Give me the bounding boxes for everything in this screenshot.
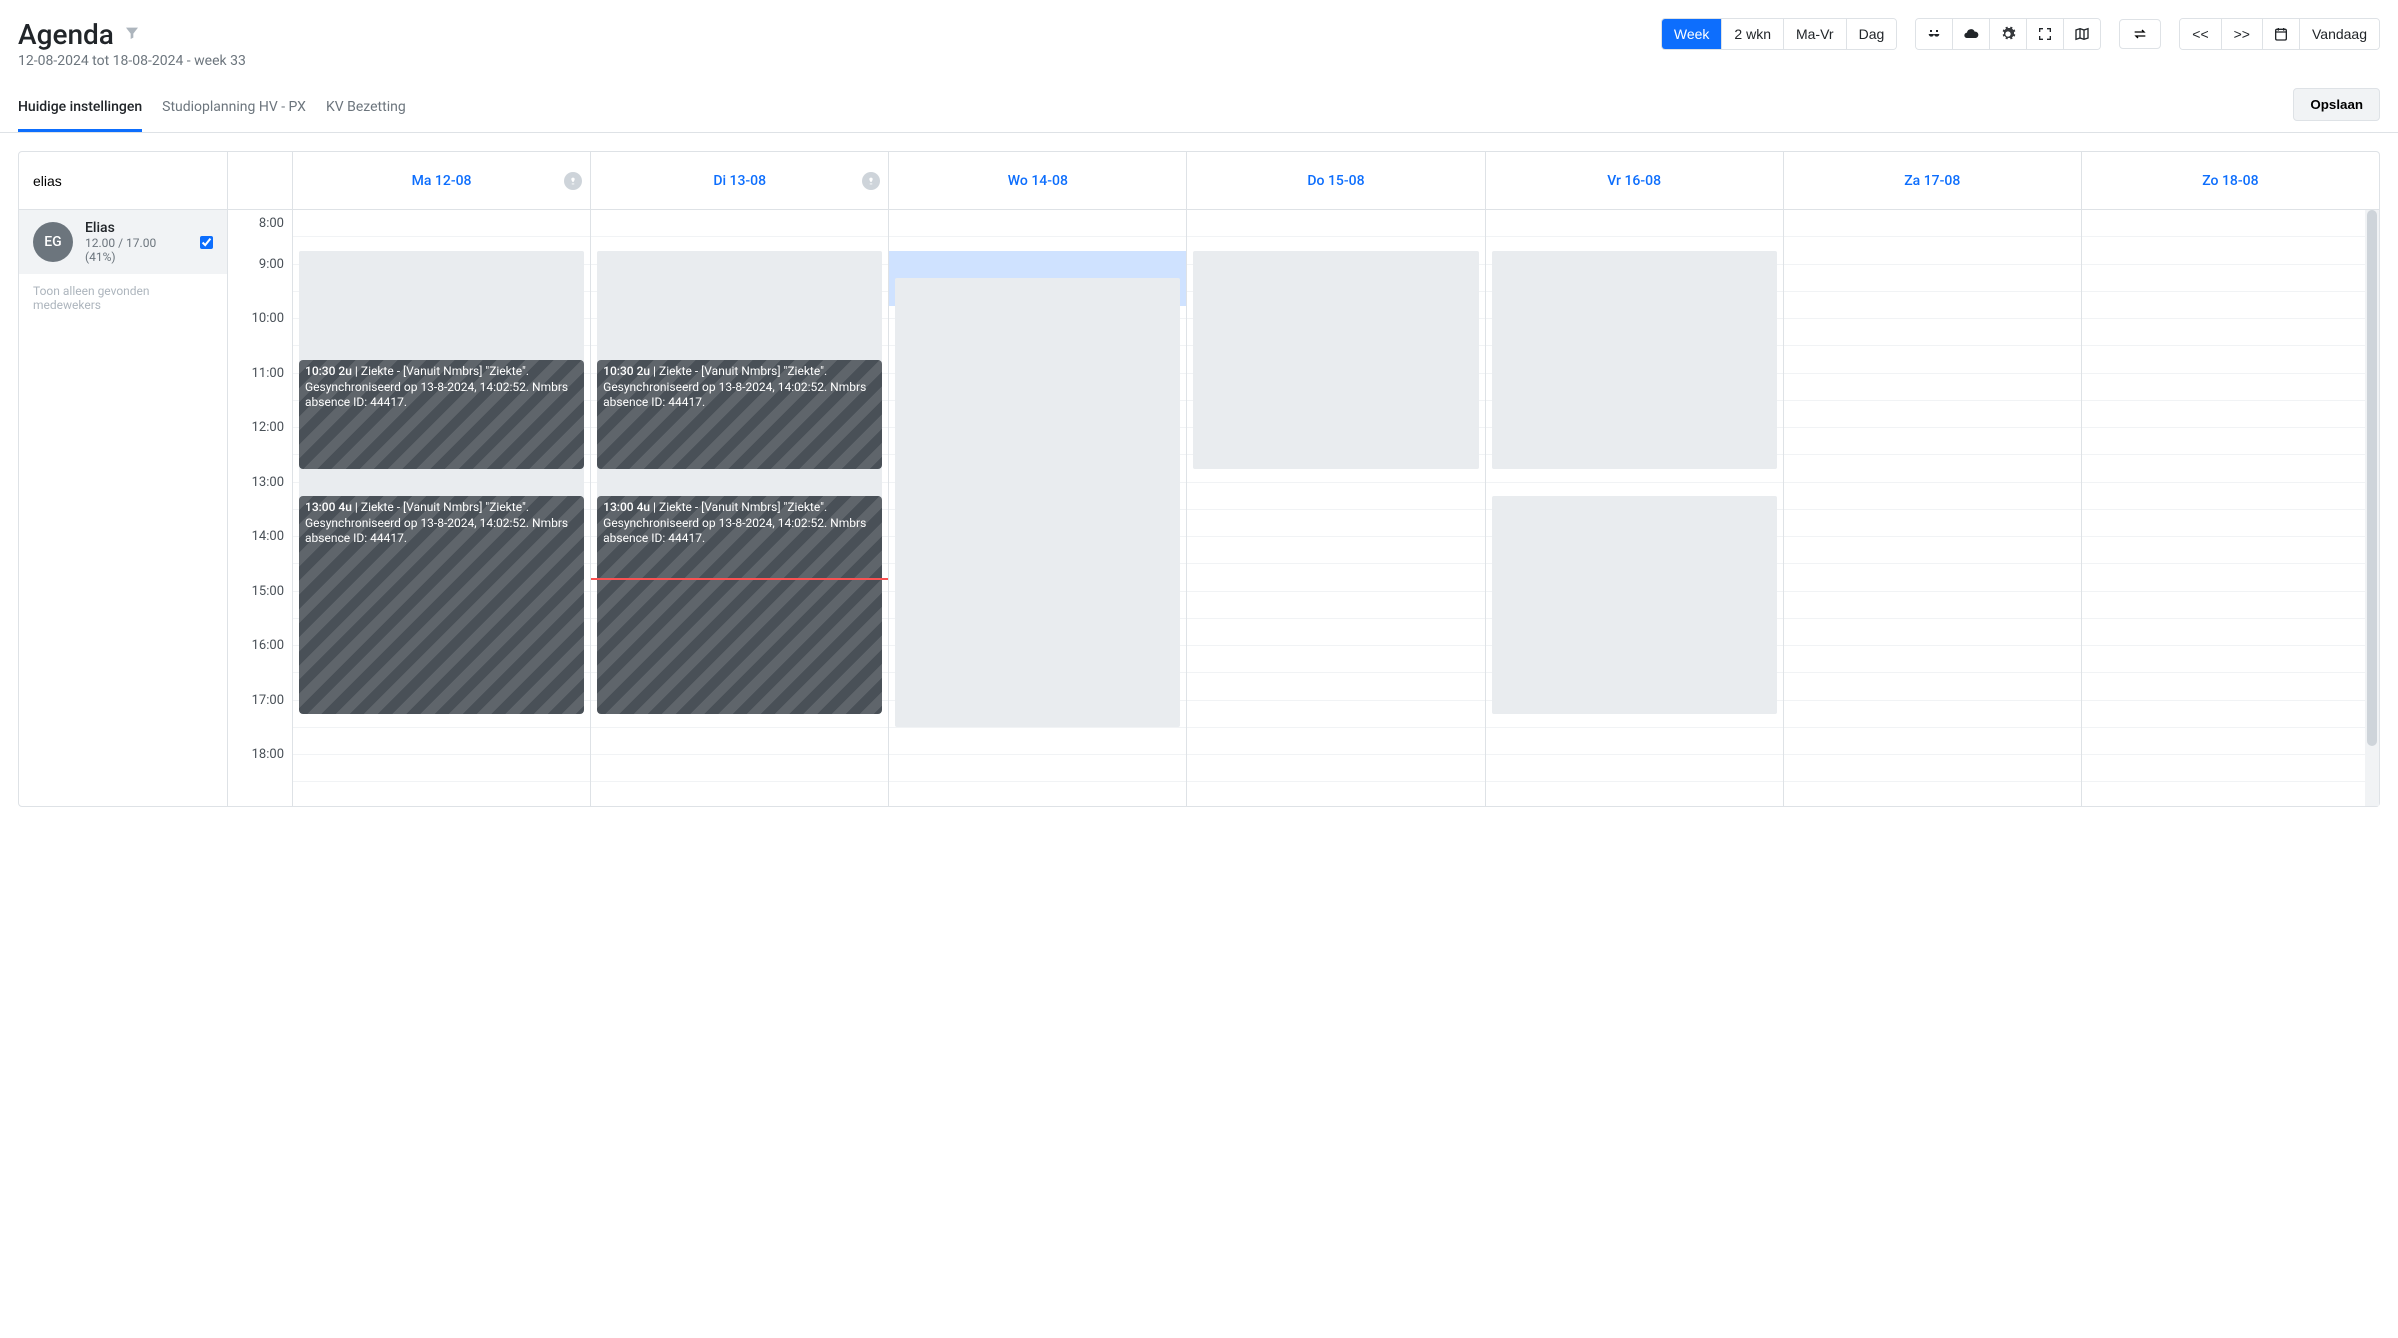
gear-icon[interactable]: [1990, 19, 2027, 49]
employee-hours: 12.00 / 17.00: [85, 236, 188, 250]
view-week-button[interactable]: Week: [1662, 19, 1723, 49]
event-time: 13:00 4u |: [603, 500, 656, 514]
cloud-icon[interactable]: [1953, 19, 1990, 49]
tab-current-settings[interactable]: Huidige instellingen: [18, 85, 142, 132]
toolbar-icons-group: [1915, 18, 2101, 50]
time-label: 14:00: [228, 529, 292, 584]
event-time: 10:30 2u |: [603, 364, 656, 378]
day-header-tue[interactable]: Di 13-08: [590, 152, 888, 209]
event-time: 13:00 4u |: [305, 500, 358, 514]
day-column-tue[interactable]: 10:30 2u | Ziekte - [Vanuit Nmbrs] "Ziek…: [590, 210, 888, 806]
event-time: 10:30 2u |: [305, 364, 358, 378]
view-2weeks-button[interactable]: 2 wkn: [1722, 19, 1784, 49]
absence-badge-icon: [564, 172, 582, 190]
tab-studioplanning[interactable]: Studioplanning HV - PX: [162, 85, 306, 132]
view-mode-group: Week 2 wkn Ma-Vr Dag: [1661, 18, 1897, 50]
event-block[interactable]: 10:30 2u | Ziekte - [Vanuit Nmbrs] "Ziek…: [299, 360, 584, 469]
day-header-mon[interactable]: Ma 12-08: [292, 152, 590, 209]
time-label: 10:00: [228, 311, 292, 366]
day-label: Za 17-08: [1904, 173, 1960, 189]
day-label: Do 15-08: [1307, 173, 1364, 189]
day-label: Vr 16-08: [1607, 173, 1661, 189]
event-block[interactable]: 10:30 2u | Ziekte - [Vanuit Nmbrs] "Ziek…: [597, 360, 882, 469]
time-label: 17:00: [228, 693, 292, 748]
time-label: 9:00: [228, 257, 292, 312]
day-header-fri[interactable]: Vr 16-08: [1485, 152, 1783, 209]
employee-percent: (41%): [85, 250, 188, 264]
view-day-button[interactable]: Dag: [1847, 19, 1897, 49]
employee-checkbox[interactable]: [200, 236, 213, 249]
day-column-fri[interactable]: [1485, 210, 1783, 806]
time-label: 12:00: [228, 420, 292, 475]
time-label: 13:00: [228, 475, 292, 530]
calendar-icon[interactable]: [2263, 19, 2300, 49]
next-button[interactable]: >>: [2222, 19, 2263, 49]
sidebar-hint: Toon alleen gevonden medewekers: [19, 274, 227, 322]
day-label: Wo 14-08: [1008, 173, 1068, 189]
filter-icon[interactable]: [124, 25, 140, 45]
time-gutter: 8:00 9:00 10:00 11:00 12:00 13:00 14:00 …: [228, 210, 292, 806]
employee-name: Elias: [85, 220, 188, 236]
availability-block: [1193, 251, 1478, 469]
avatar: EG: [33, 222, 73, 262]
tab-kv-bezetting[interactable]: KV Bezetting: [326, 85, 406, 132]
scrollbar[interactable]: [2365, 210, 2379, 806]
day-header-thu[interactable]: Do 15-08: [1186, 152, 1484, 209]
day-column-mon[interactable]: 10:30 2u | Ziekte - [Vanuit Nmbrs] "Ziek…: [292, 210, 590, 806]
current-time-indicator: [591, 578, 888, 580]
day-column-sun[interactable]: [2081, 210, 2379, 806]
today-button[interactable]: Vandaag: [2300, 19, 2379, 49]
event-block[interactable]: 13:00 4u | Ziekte - [Vanuit Nmbrs] "Ziek…: [299, 496, 584, 714]
binoculars-icon[interactable]: [1916, 19, 1953, 49]
save-button[interactable]: Opslaan: [2293, 88, 2380, 121]
fullscreen-icon[interactable]: [2027, 19, 2064, 49]
day-column-thu[interactable]: [1186, 210, 1484, 806]
day-label: Di 13-08: [713, 173, 766, 189]
day-header-sun[interactable]: Zo 18-08: [2081, 152, 2379, 209]
absence-badge-icon: [862, 172, 880, 190]
day-label: Zo 18-08: [2202, 173, 2258, 189]
availability-block: [1492, 496, 1777, 714]
scrollbar-thumb[interactable]: [2367, 210, 2377, 746]
page-title: Agenda: [18, 18, 114, 51]
date-nav-group: << >> Vandaag: [2179, 18, 2380, 50]
date-range-subtitle: 12-08-2024 tot 18-08-2024 - week 33: [18, 53, 246, 69]
day-column-sat[interactable]: [1783, 210, 2081, 806]
time-label: 15:00: [228, 584, 292, 639]
time-label: 18:00: [228, 747, 292, 802]
day-column-wed[interactable]: [888, 210, 1186, 806]
prev-button[interactable]: <<: [2180, 19, 2221, 49]
event-block[interactable]: 13:00 4u | Ziekte - [Vanuit Nmbrs] "Ziek…: [597, 496, 882, 714]
availability-block: [895, 278, 1180, 727]
employee-row[interactable]: EG Elias 12.00 / 17.00 (41%): [19, 210, 227, 274]
day-header-sat[interactable]: Za 17-08: [1783, 152, 2081, 209]
tabs: Huidige instellingen Studioplanning HV -…: [18, 85, 406, 132]
view-monfri-button[interactable]: Ma-Vr: [1784, 19, 1847, 49]
map-icon[interactable]: [2064, 19, 2100, 49]
day-label: Ma 12-08: [412, 173, 472, 189]
search-input[interactable]: [33, 173, 213, 189]
time-label: 11:00: [228, 366, 292, 421]
calendar: Ma 12-08 Di 13-08 Wo 14-08 Do 15-08 Vr 1…: [228, 151, 2380, 807]
day-header-wed[interactable]: Wo 14-08: [888, 152, 1186, 209]
sidebar: EG Elias 12.00 / 17.00 (41%) Toon alleen…: [18, 151, 228, 807]
availability-block: [1492, 251, 1777, 469]
swap-icon[interactable]: [2119, 19, 2161, 49]
time-label: 16:00: [228, 638, 292, 693]
